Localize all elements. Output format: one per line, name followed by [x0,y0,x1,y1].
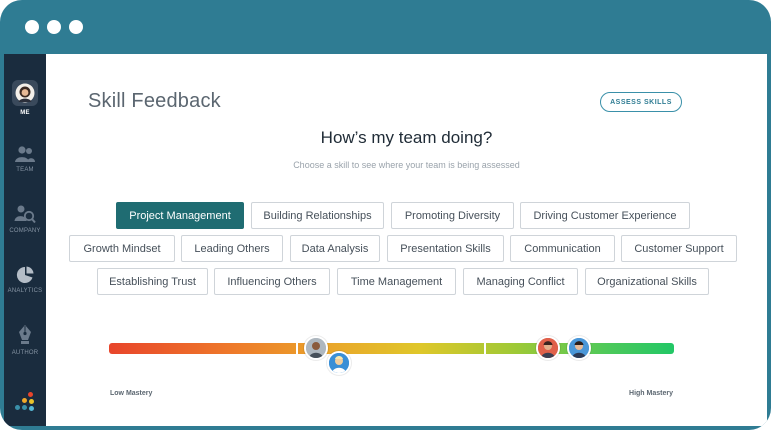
skill-chip-promoting-diversity[interactable]: Promoting Diversity [391,202,514,229]
pen-nib-icon [19,325,31,344]
prompt-question: How’s my team doing? [320,128,493,147]
pie-chart-icon [16,266,34,283]
sidebar-item-label: ANALYTICS [7,288,43,294]
skill-chip-leading-others[interactable]: Leading Others [181,235,283,262]
team-member-avatar[interactable] [536,336,560,360]
page-title: Skill Feedback [88,90,221,112]
main-content: Skill Feedback ASSESS SKILLS How’s my te… [46,54,767,426]
mastery-bar-separator [296,343,298,354]
brand-dots-icon [15,392,37,416]
skill-chip-project-management[interactable]: Project Management [116,202,244,229]
team-member-avatar[interactable] [304,336,328,360]
skill-chip-data-analysis[interactable]: Data Analysis [290,235,380,262]
sidebar-item-label: TEAM [16,167,34,173]
mastery-bar-separator [484,343,486,354]
team-icon [15,146,35,162]
sidebar-item-team[interactable]: TEAM [4,145,46,173]
sidebar-item-company[interactable]: COMPANY [4,204,46,234]
skill-chip-communication[interactable]: Communication [510,235,615,262]
sidebar-item-author[interactable]: AUTHOR [4,324,46,356]
sidebar-nav: ME TEAM COMPANY ANALYTICS AUTHOR [4,54,46,426]
window-titlebar [0,0,771,54]
skill-chip-organizational-skills[interactable]: Organizational Skills [585,268,709,295]
team-member-avatar[interactable] [567,336,591,360]
sidebar-item-label: ME [20,110,30,116]
skill-chip-customer-support[interactable]: Customer Support [621,235,737,262]
window-control-dot[interactable] [47,20,61,34]
skill-chip-presentation-skills[interactable]: Presentation Skills [387,235,504,262]
app-window: ME TEAM COMPANY ANALYTICS AUTHOR Skill F… [0,0,771,430]
team-member-avatar[interactable] [327,351,351,375]
skill-chip-growth-mindset[interactable]: Growth Mindset [69,235,175,262]
sidebar-item-label: COMPANY [9,228,41,234]
company-search-icon [14,205,36,224]
sidebar-item-analytics[interactable]: ANALYTICS [4,266,46,294]
skill-chip-managing-conflict[interactable]: Managing Conflict [463,268,578,295]
skill-chip-establishing-trust[interactable]: Establishing Trust [97,268,208,295]
sidebar-item-label: AUTHOR [11,350,39,356]
skill-chip-building-relationships[interactable]: Building Relationships [251,202,384,229]
skill-chip-influencing-others[interactable]: Influencing Others [214,268,330,295]
mastery-low-label: Low Mastery [110,390,153,397]
mastery-high-label: High Mastery [629,390,673,397]
assess-skills-button[interactable]: ASSESS SKILLS [600,92,682,112]
sidebar-item-me[interactable]: ME [4,80,46,116]
user-avatar-icon [12,80,38,106]
window-control-dot[interactable] [69,20,83,34]
window-control-dot[interactable] [25,20,39,34]
skill-chip-time-management[interactable]: Time Management [337,268,456,295]
prompt-hint: Choose a skill to see where your team is… [293,160,520,170]
skill-chip-driving-customer-experience[interactable]: Driving Customer Experience [520,202,690,229]
